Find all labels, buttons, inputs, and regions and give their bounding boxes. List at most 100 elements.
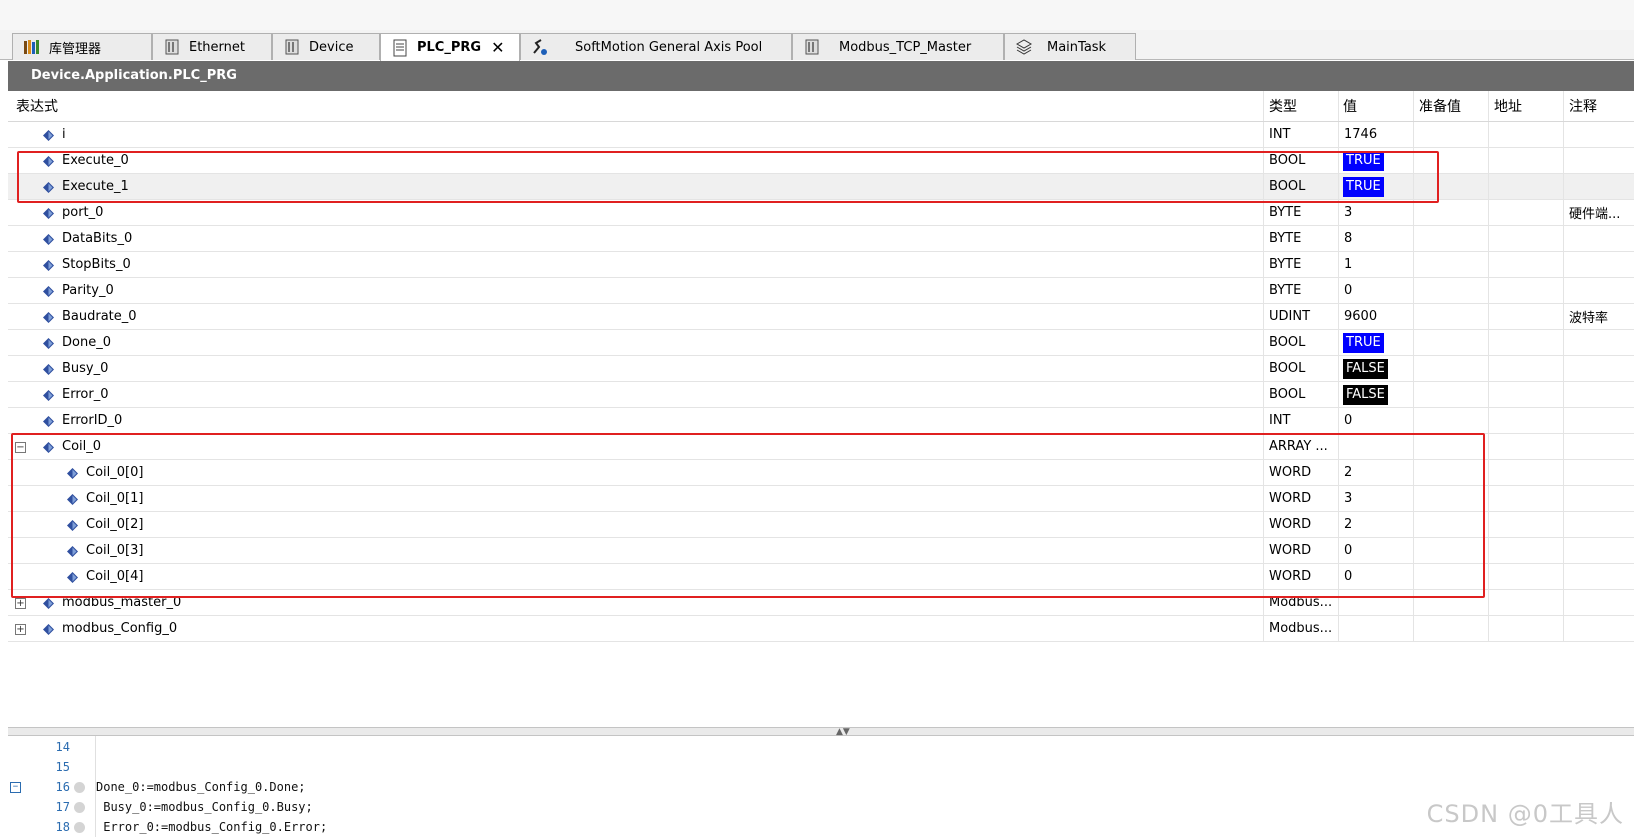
prepared-value-cell[interactable] xyxy=(1413,564,1488,589)
breakpoint-marker-icon[interactable] xyxy=(74,782,85,793)
tab-softmotion-axis-pool[interactable]: SoftMotion General Axis Pool xyxy=(520,33,792,60)
code-line[interactable]: 14 xyxy=(8,737,1634,758)
prepared-value-cell[interactable] xyxy=(1413,226,1488,251)
expression-cell: − Coil_0 xyxy=(8,434,1263,459)
tab-plc-prg[interactable]: PLC_PRG ✕ xyxy=(380,33,520,61)
collapse-icon[interactable]: − xyxy=(15,442,26,453)
code-line[interactable]: 18 Error_0:=modbus_Config_0.Error; xyxy=(8,817,1634,837)
tab-modbus-tcp-master[interactable]: Modbus_TCP_Master xyxy=(792,33,1004,60)
table-row[interactable]: StopBits_0 BYTE 1 xyxy=(8,252,1634,278)
prepared-value-cell[interactable] xyxy=(1413,434,1488,459)
table-row[interactable]: Parity_0 BYTE 0 xyxy=(8,278,1634,304)
prepared-value-cell[interactable] xyxy=(1413,408,1488,433)
bool-value-badge: FALSE xyxy=(1343,358,1388,379)
code-editor[interactable]: 14 15 − 16 Done_0:=modbus_Config_0.Done; 17 B… xyxy=(8,736,1634,837)
value-cell: 8 xyxy=(1338,226,1413,251)
device-icon xyxy=(803,38,821,56)
prepared-value-cell[interactable] xyxy=(1413,616,1488,641)
column-address[interactable]: 地址 xyxy=(1488,91,1563,121)
pane-splitter[interactable]: ▲▼ xyxy=(8,727,1634,737)
device-icon xyxy=(283,38,301,56)
type-cell: BYTE xyxy=(1263,252,1338,277)
variable-name: Busy_0 xyxy=(62,361,109,376)
prepared-value-cell[interactable] xyxy=(1413,278,1488,303)
watch-table: 表达式 类型 值 准备值 地址 注释 i INT 1746 Execute_0 BOOL… xyxy=(8,91,1634,642)
expression-cell: Execute_1 xyxy=(8,174,1263,199)
table-row[interactable]: − Coil_0 ARRAY ... xyxy=(8,434,1634,460)
prepared-value-cell[interactable] xyxy=(1413,148,1488,173)
value-cell: 0 xyxy=(1338,538,1413,563)
variable-name: Coil_0[3] xyxy=(86,543,144,558)
library-icon xyxy=(23,38,41,56)
prepared-value-cell[interactable] xyxy=(1413,330,1488,355)
value-cell: 1746 xyxy=(1338,122,1413,147)
prepared-value-cell[interactable] xyxy=(1413,382,1488,407)
table-row[interactable]: Done_0 BOOL TRUE xyxy=(8,330,1634,356)
table-row[interactable]: + modbus_Config_0 Modbus... xyxy=(8,616,1634,642)
expand-icon[interactable]: + xyxy=(15,624,26,635)
address-cell xyxy=(1488,122,1563,147)
tab-maintask[interactable]: MainTask xyxy=(1004,33,1136,60)
column-type[interactable]: 类型 xyxy=(1263,91,1338,121)
table-row[interactable]: + modbus_master_0 Modbus... xyxy=(8,590,1634,616)
table-header: 表达式 类型 值 准备值 地址 注释 xyxy=(8,91,1634,122)
column-expression[interactable]: 表达式 xyxy=(8,91,1263,121)
prepared-value-cell[interactable] xyxy=(1413,590,1488,615)
column-prepared-value[interactable]: 准备值 xyxy=(1413,91,1488,121)
line-number: 15 xyxy=(55,760,70,774)
table-row[interactable]: Coil_0[3] WORD 0 xyxy=(8,538,1634,564)
close-icon[interactable]: ✕ xyxy=(491,38,504,57)
type-cell: Modbus... xyxy=(1263,616,1338,641)
table-row[interactable]: Error_0 BOOL FALSE xyxy=(8,382,1634,408)
table-row[interactable]: Execute_1 BOOL TRUE xyxy=(8,174,1634,200)
value-text: 0 xyxy=(1344,543,1353,558)
table-row[interactable]: ErrorID_0 INT 0 xyxy=(8,408,1634,434)
table-row[interactable]: Busy_0 BOOL FALSE xyxy=(8,356,1634,382)
tab-library-manager[interactable]: 库管理器 xyxy=(12,33,152,60)
table-row[interactable]: Coil_0[4] WORD 0 xyxy=(8,564,1634,590)
code-line[interactable]: 15 xyxy=(8,757,1634,778)
value-cell: 2 xyxy=(1338,512,1413,537)
variable-name: Coil_0[1] xyxy=(86,491,144,506)
table-row[interactable]: Coil_0[1] WORD 3 xyxy=(8,486,1634,512)
comment-cell: 波特率 xyxy=(1563,304,1634,329)
variable-icon xyxy=(67,572,78,583)
value-cell: 9600 xyxy=(1338,304,1413,329)
prepared-value-cell[interactable] xyxy=(1413,252,1488,277)
table-row[interactable]: i INT 1746 xyxy=(8,122,1634,148)
tab-device[interactable]: Device xyxy=(272,33,380,60)
prepared-value-cell[interactable] xyxy=(1413,460,1488,485)
breakpoint-marker-icon[interactable] xyxy=(74,802,85,813)
address-cell xyxy=(1488,434,1563,459)
column-value[interactable]: 值 xyxy=(1338,91,1413,121)
value-text: 1746 xyxy=(1344,127,1378,142)
prepared-value-cell[interactable] xyxy=(1413,200,1488,225)
prepared-value-cell[interactable] xyxy=(1413,304,1488,329)
tab-ethernet[interactable]: Ethernet xyxy=(152,33,272,60)
table-row[interactable]: port_0 BYTE 3 硬件端... xyxy=(8,200,1634,226)
prepared-value-cell[interactable] xyxy=(1413,122,1488,147)
fold-toggle-icon[interactable]: − xyxy=(10,782,21,793)
variable-name: Parity_0 xyxy=(62,283,114,298)
prepared-value-cell[interactable] xyxy=(1413,486,1488,511)
expand-icon[interactable]: + xyxy=(15,598,26,609)
comment-cell xyxy=(1563,330,1634,355)
prepared-value-cell[interactable] xyxy=(1413,356,1488,381)
table-row[interactable]: Coil_0[0] WORD 2 xyxy=(8,460,1634,486)
prepared-value-cell[interactable] xyxy=(1413,174,1488,199)
prepared-value-cell[interactable] xyxy=(1413,538,1488,563)
type-cell: ARRAY ... xyxy=(1263,434,1338,459)
column-comment[interactable]: 注释 xyxy=(1563,91,1634,121)
table-row[interactable]: Coil_0[2] WORD 2 xyxy=(8,512,1634,538)
table-row[interactable]: DataBits_0 BYTE 8 xyxy=(8,226,1634,252)
code-line[interactable]: 17 Busy_0:=modbus_Config_0.Busy; xyxy=(8,797,1634,818)
breakpoint-marker-icon[interactable] xyxy=(74,822,85,833)
table-row[interactable]: Baudrate_0 UDINT 9600 波特率 xyxy=(8,304,1634,330)
prepared-value-cell[interactable] xyxy=(1413,512,1488,537)
table-row[interactable]: Execute_0 BOOL TRUE xyxy=(8,148,1634,174)
code-line[interactable]: − 16 Done_0:=modbus_Config_0.Done; xyxy=(8,777,1634,798)
value-cell: 3 xyxy=(1338,486,1413,511)
address-cell xyxy=(1488,226,1563,251)
variable-name: Baudrate_0 xyxy=(62,309,137,324)
expression-cell: i xyxy=(8,122,1263,147)
